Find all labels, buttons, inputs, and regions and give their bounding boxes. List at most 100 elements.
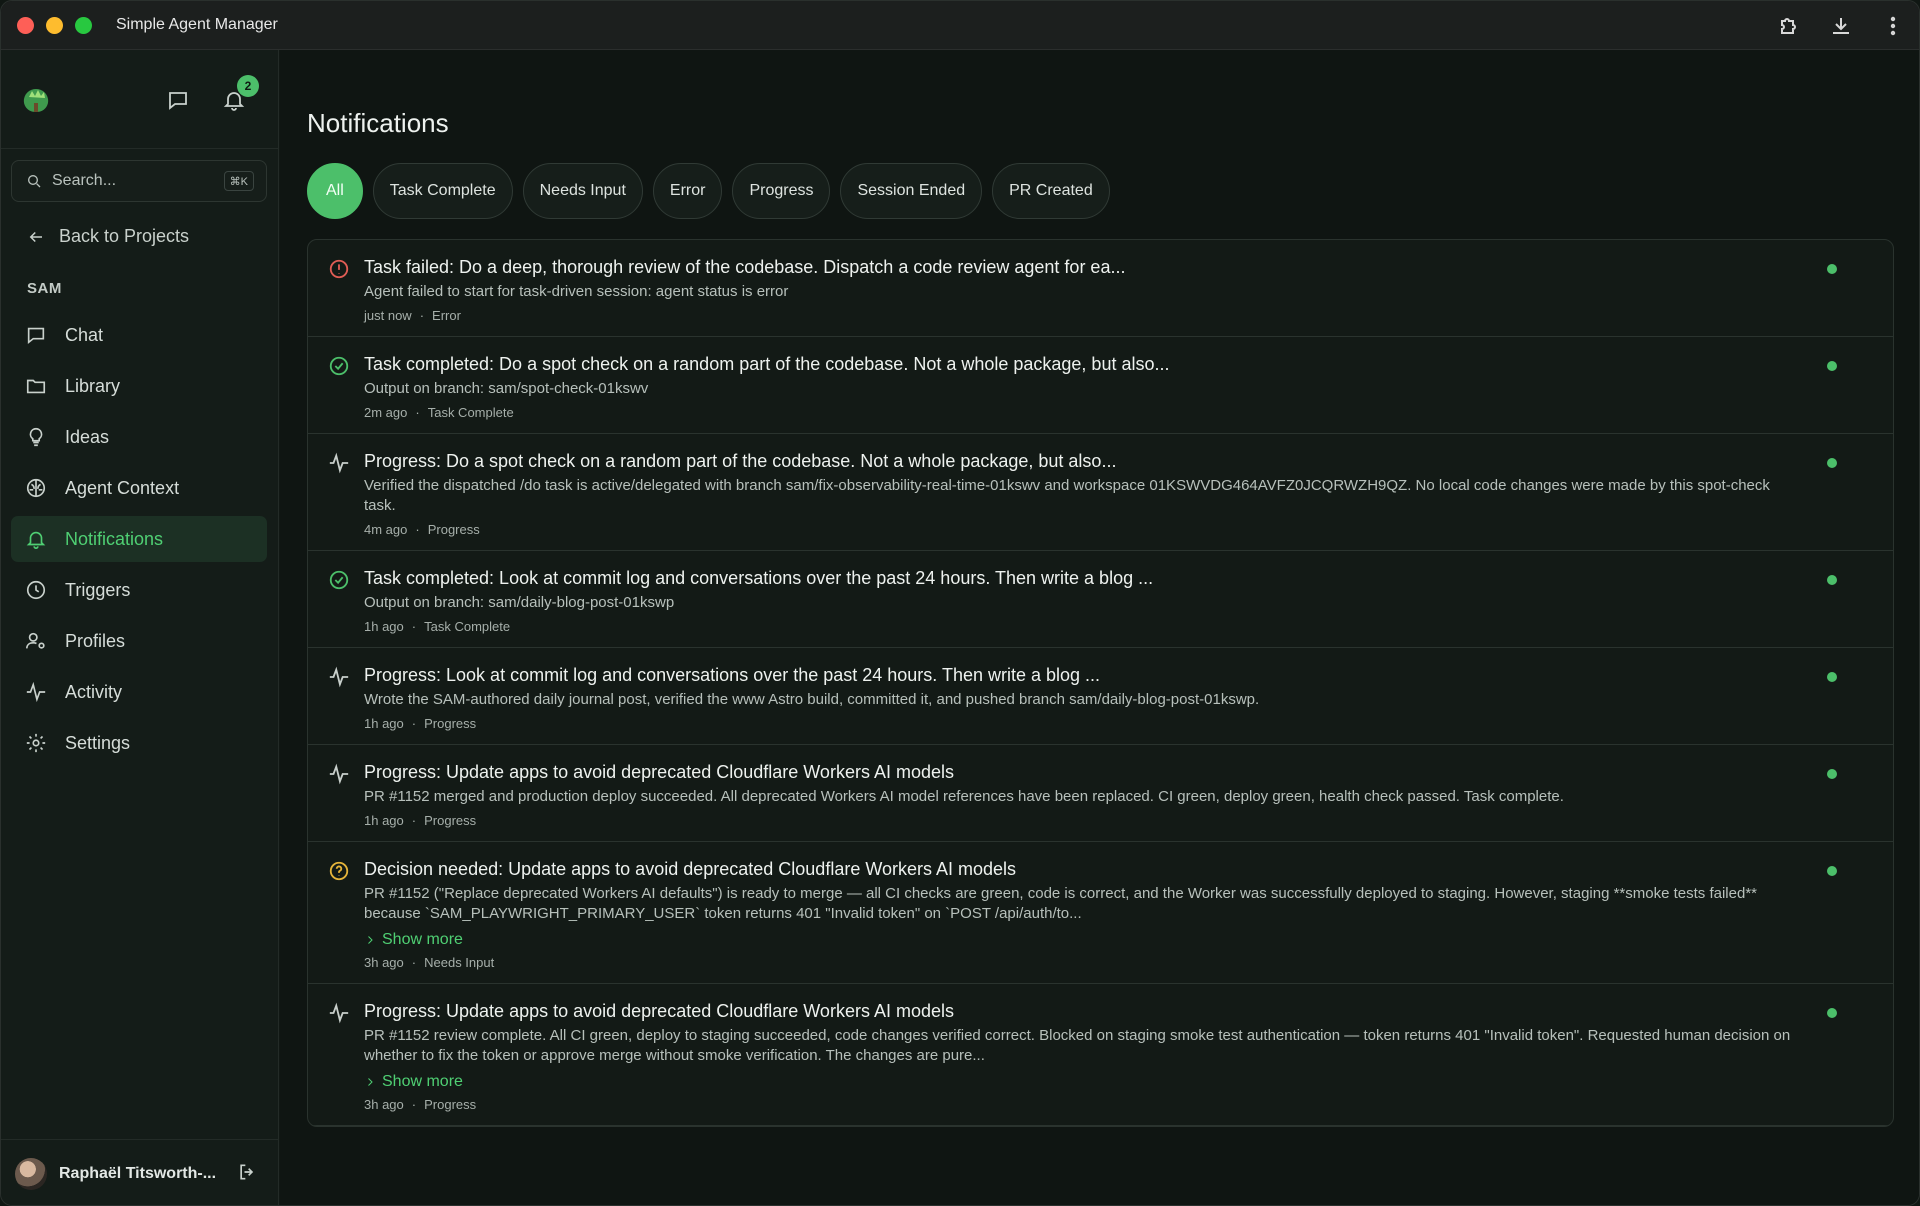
app-title: Simple Agent Manager xyxy=(116,16,278,33)
sidebar-item-label: Agent Context xyxy=(65,477,180,498)
sidebar-item-notifications[interactable]: Notifications xyxy=(11,516,267,562)
alert-circle-icon xyxy=(329,259,349,279)
sidebar-item-triggers[interactable]: Triggers xyxy=(11,567,267,613)
notification-list: Task failed: Do a deep, thorough review … xyxy=(307,239,1894,1127)
activity-icon xyxy=(329,763,349,785)
show-more-button[interactable]: Show more xyxy=(364,931,1803,949)
back-label: Back to Projects xyxy=(59,226,190,246)
avatar xyxy=(15,1157,47,1190)
filter-session-ended[interactable]: Session Ended xyxy=(840,163,983,219)
logout-icon[interactable] xyxy=(237,1162,257,1182)
filter-needs-input[interactable]: Needs Input xyxy=(522,163,643,219)
notification-category: Task Complete xyxy=(427,405,514,420)
notification-category: Progress xyxy=(424,716,477,731)
chevron-right-icon xyxy=(368,936,373,944)
maximize-window-button[interactable] xyxy=(75,16,92,34)
notification-item[interactable]: Task completed: Look at commit log and c… xyxy=(308,551,1893,648)
title-bar: Simple Agent Manager xyxy=(1,1,1919,50)
filter-pr-created[interactable]: PR Created xyxy=(992,163,1110,219)
notification-time: 1h ago xyxy=(364,619,404,634)
app-window: Simple Agent Manager 2 ⌘K Back to Proj xyxy=(0,0,1920,1206)
sidebar-item-agent-context[interactable]: Agent Context xyxy=(11,465,267,511)
notification-item[interactable]: Task failed: Do a deep, thorough review … xyxy=(308,240,1893,337)
unread-dot xyxy=(1827,769,1837,779)
sidebar-item-settings[interactable]: Settings xyxy=(11,720,267,766)
user-cog-icon xyxy=(26,632,45,649)
notification-category: Needs Input xyxy=(424,955,495,970)
activity-icon xyxy=(329,452,349,474)
notification-title: Progress: Do a spot check on a random pa… xyxy=(364,451,1117,471)
folder-icon xyxy=(26,379,46,394)
sidebar-item-label: Triggers xyxy=(65,579,131,600)
notification-item[interactable]: Progress: Look at commit log and convers… xyxy=(308,648,1893,745)
sidebar-item-activity[interactable]: Activity xyxy=(11,669,267,715)
notification-time: 1h ago xyxy=(364,813,404,828)
back-to-projects-link[interactable]: Back to Projects xyxy=(27,226,189,247)
show-more-label: Show more xyxy=(382,931,463,948)
user-name: Raphaël Titsworth-... xyxy=(59,1164,217,1182)
show-more-button[interactable]: Show more xyxy=(364,1073,1803,1091)
notification-body: Verified the dispatched /do task is acti… xyxy=(364,477,1770,514)
sidebar-item-label: Library xyxy=(65,375,121,396)
notification-time: 3h ago xyxy=(364,1097,404,1112)
unread-dot xyxy=(1827,361,1837,371)
notification-body: Agent failed to start for task-driven se… xyxy=(364,283,789,300)
notification-title: Task completed: Do a spot check on a ran… xyxy=(364,354,1170,374)
check-circle-icon xyxy=(329,570,349,590)
filter-task-complete[interactable]: Task Complete xyxy=(372,163,513,219)
app-logo-icon[interactable] xyxy=(21,86,51,114)
filter-chips: All Task Complete Needs Input Error Prog… xyxy=(307,163,1110,219)
chat-icon[interactable] xyxy=(166,88,190,112)
notification-category: Progress xyxy=(424,813,477,828)
notification-time: 3h ago xyxy=(364,955,404,970)
notification-body: Output on branch: sam/daily-blog-post-01… xyxy=(364,594,675,611)
sidebar-item-profiles[interactable]: Profiles xyxy=(11,618,267,664)
sidebar-item-chat[interactable]: Chat xyxy=(11,312,267,358)
sidebar-item-ideas[interactable]: Ideas xyxy=(11,414,267,460)
notification-title: Decision needed: Update apps to avoid de… xyxy=(364,859,1017,879)
more-vertical-icon[interactable] xyxy=(1881,14,1905,38)
filter-progress[interactable]: Progress xyxy=(732,163,831,219)
brain-icon xyxy=(26,478,46,498)
notification-item[interactable]: Progress: Update apps to avoid deprecate… xyxy=(308,745,1893,842)
filter-all[interactable]: All xyxy=(307,163,363,219)
notification-meta: 4m ago · Progress xyxy=(364,522,480,537)
search-box: ⌘K xyxy=(11,160,267,202)
extension-icon[interactable] xyxy=(1777,14,1801,38)
bell-icon xyxy=(26,531,46,549)
sidebar-item-label: Settings xyxy=(65,732,131,753)
activity-icon xyxy=(26,681,46,703)
notification-item[interactable]: Task completed: Do a spot check on a ran… xyxy=(308,337,1893,434)
sidebar-item-label: Notifications xyxy=(65,528,164,549)
search-input[interactable] xyxy=(52,172,212,190)
notification-item[interactable]: Progress: Do a spot check on a random pa… xyxy=(308,434,1893,551)
notification-body: PR #1152 ("Replace deprecated Workers AI… xyxy=(364,885,1757,922)
notification-time: 1h ago xyxy=(364,716,404,731)
window-controls xyxy=(17,16,92,34)
page-title: Notifications xyxy=(307,108,449,138)
search-shortcut-hint: ⌘K xyxy=(223,171,254,191)
sidebar-item-library[interactable]: Library xyxy=(11,363,267,409)
sidebar: 2 ⌘K Back to Projects SAM Chat Library I… xyxy=(1,50,279,1205)
sidebar-item-label: Ideas xyxy=(65,426,110,447)
download-icon[interactable] xyxy=(1829,14,1853,38)
unread-dot xyxy=(1827,866,1837,876)
close-window-button[interactable] xyxy=(17,16,34,34)
notification-title: Progress: Update apps to avoid deprecate… xyxy=(364,762,954,782)
activity-icon xyxy=(329,1002,349,1024)
filter-error[interactable]: Error xyxy=(652,163,723,219)
gear-icon xyxy=(26,733,46,753)
notification-item[interactable]: Decision needed: Update apps to avoid de… xyxy=(308,842,1893,984)
sidebar-nav: Chat Library Ideas Agent Context Notific… xyxy=(11,312,267,771)
notification-category: Progress xyxy=(424,1097,477,1112)
notification-title: Progress: Look at commit log and convers… xyxy=(364,665,1101,685)
title-actions xyxy=(1777,1,1905,50)
unread-dot xyxy=(1827,264,1837,274)
help-circle-icon xyxy=(329,861,349,881)
unread-dot xyxy=(1827,575,1837,585)
notification-item[interactable]: Progress: Update apps to avoid deprecate… xyxy=(308,984,1893,1126)
minimize-window-button[interactable] xyxy=(46,16,63,34)
notification-title: Task failed: Do a deep, thorough review … xyxy=(364,257,1126,277)
user-profile[interactable]: Raphaël Titsworth-... xyxy=(1,1139,279,1205)
notification-time: 2m ago xyxy=(364,405,408,420)
